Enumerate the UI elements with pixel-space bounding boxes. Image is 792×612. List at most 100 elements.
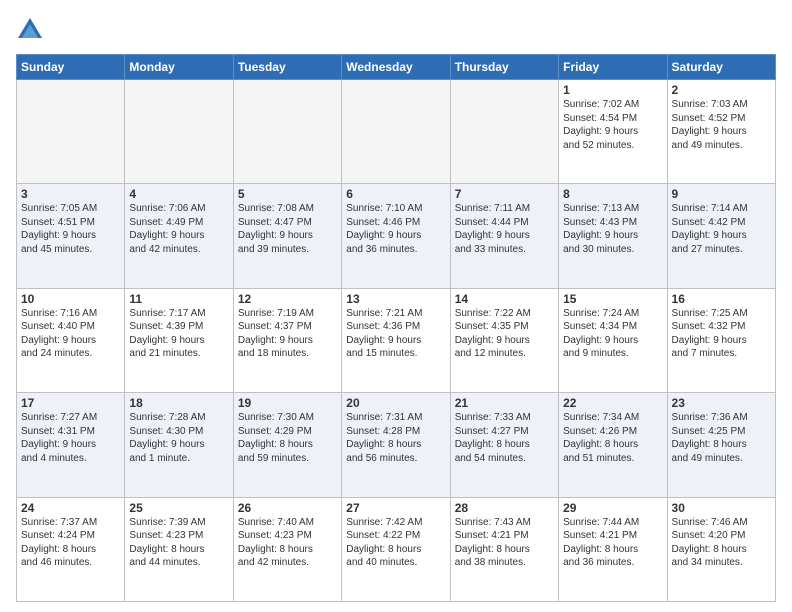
day-number: 16 [672, 292, 771, 306]
day-number: 12 [238, 292, 337, 306]
day-number: 20 [346, 396, 445, 410]
logo [16, 16, 48, 44]
calendar-table: SundayMondayTuesdayWednesdayThursdayFrid… [16, 54, 776, 602]
day-info: Sunrise: 7:33 AM Sunset: 4:27 PM Dayligh… [455, 411, 554, 465]
day-number: 19 [238, 396, 337, 410]
day-info: Sunrise: 7:25 AM Sunset: 4:32 PM Dayligh… [672, 307, 771, 361]
calendar-cell: 5Sunrise: 7:08 AM Sunset: 4:47 PM Daylig… [233, 184, 341, 288]
day-number: 25 [129, 501, 228, 515]
day-number: 29 [563, 501, 662, 515]
calendar-cell [125, 80, 233, 184]
day-info: Sunrise: 7:11 AM Sunset: 4:44 PM Dayligh… [455, 202, 554, 256]
day-info: Sunrise: 7:22 AM Sunset: 4:35 PM Dayligh… [455, 307, 554, 361]
day-number: 11 [129, 292, 228, 306]
day-info: Sunrise: 7:10 AM Sunset: 4:46 PM Dayligh… [346, 202, 445, 256]
day-info: Sunrise: 7:37 AM Sunset: 4:24 PM Dayligh… [21, 516, 120, 570]
day-number: 23 [672, 396, 771, 410]
calendar-cell: 7Sunrise: 7:11 AM Sunset: 4:44 PM Daylig… [450, 184, 558, 288]
day-info: Sunrise: 7:06 AM Sunset: 4:49 PM Dayligh… [129, 202, 228, 256]
calendar-cell [450, 80, 558, 184]
day-number: 1 [563, 83, 662, 97]
day-number: 27 [346, 501, 445, 515]
calendar-cell: 15Sunrise: 7:24 AM Sunset: 4:34 PM Dayli… [559, 288, 667, 392]
weekday-header: Saturday [667, 55, 775, 80]
day-number: 15 [563, 292, 662, 306]
day-info: Sunrise: 7:24 AM Sunset: 4:34 PM Dayligh… [563, 307, 662, 361]
day-number: 9 [672, 187, 771, 201]
day-info: Sunrise: 7:43 AM Sunset: 4:21 PM Dayligh… [455, 516, 554, 570]
day-number: 18 [129, 396, 228, 410]
day-number: 30 [672, 501, 771, 515]
calendar-cell: 18Sunrise: 7:28 AM Sunset: 4:30 PM Dayli… [125, 393, 233, 497]
calendar-cell [233, 80, 341, 184]
day-info: Sunrise: 7:05 AM Sunset: 4:51 PM Dayligh… [21, 202, 120, 256]
calendar-cell: 11Sunrise: 7:17 AM Sunset: 4:39 PM Dayli… [125, 288, 233, 392]
calendar-cell: 25Sunrise: 7:39 AM Sunset: 4:23 PM Dayli… [125, 497, 233, 601]
day-number: 28 [455, 501, 554, 515]
day-number: 5 [238, 187, 337, 201]
logo-icon [16, 16, 44, 44]
calendar-cell: 17Sunrise: 7:27 AM Sunset: 4:31 PM Dayli… [17, 393, 125, 497]
weekday-header: Friday [559, 55, 667, 80]
weekday-header: Wednesday [342, 55, 450, 80]
day-number: 21 [455, 396, 554, 410]
calendar-cell: 29Sunrise: 7:44 AM Sunset: 4:21 PM Dayli… [559, 497, 667, 601]
calendar-cell: 14Sunrise: 7:22 AM Sunset: 4:35 PM Dayli… [450, 288, 558, 392]
day-number: 2 [672, 83, 771, 97]
calendar-cell: 3Sunrise: 7:05 AM Sunset: 4:51 PM Daylig… [17, 184, 125, 288]
day-info: Sunrise: 7:36 AM Sunset: 4:25 PM Dayligh… [672, 411, 771, 465]
day-info: Sunrise: 7:30 AM Sunset: 4:29 PM Dayligh… [238, 411, 337, 465]
calendar-cell: 8Sunrise: 7:13 AM Sunset: 4:43 PM Daylig… [559, 184, 667, 288]
day-number: 17 [21, 396, 120, 410]
calendar-cell: 9Sunrise: 7:14 AM Sunset: 4:42 PM Daylig… [667, 184, 775, 288]
calendar-cell: 19Sunrise: 7:30 AM Sunset: 4:29 PM Dayli… [233, 393, 341, 497]
calendar-cell: 26Sunrise: 7:40 AM Sunset: 4:23 PM Dayli… [233, 497, 341, 601]
day-number: 13 [346, 292, 445, 306]
day-number: 4 [129, 187, 228, 201]
day-number: 7 [455, 187, 554, 201]
day-info: Sunrise: 7:31 AM Sunset: 4:28 PM Dayligh… [346, 411, 445, 465]
day-info: Sunrise: 7:28 AM Sunset: 4:30 PM Dayligh… [129, 411, 228, 465]
day-number: 14 [455, 292, 554, 306]
day-info: Sunrise: 7:46 AM Sunset: 4:20 PM Dayligh… [672, 516, 771, 570]
day-number: 22 [563, 396, 662, 410]
calendar-cell: 20Sunrise: 7:31 AM Sunset: 4:28 PM Dayli… [342, 393, 450, 497]
calendar-cell: 23Sunrise: 7:36 AM Sunset: 4:25 PM Dayli… [667, 393, 775, 497]
day-info: Sunrise: 7:40 AM Sunset: 4:23 PM Dayligh… [238, 516, 337, 570]
day-info: Sunrise: 7:42 AM Sunset: 4:22 PM Dayligh… [346, 516, 445, 570]
calendar-cell: 1Sunrise: 7:02 AM Sunset: 4:54 PM Daylig… [559, 80, 667, 184]
day-number: 24 [21, 501, 120, 515]
calendar-cell: 28Sunrise: 7:43 AM Sunset: 4:21 PM Dayli… [450, 497, 558, 601]
calendar-cell: 10Sunrise: 7:16 AM Sunset: 4:40 PM Dayli… [17, 288, 125, 392]
weekday-header: Monday [125, 55, 233, 80]
day-number: 6 [346, 187, 445, 201]
day-info: Sunrise: 7:14 AM Sunset: 4:42 PM Dayligh… [672, 202, 771, 256]
day-info: Sunrise: 7:21 AM Sunset: 4:36 PM Dayligh… [346, 307, 445, 361]
day-info: Sunrise: 7:02 AM Sunset: 4:54 PM Dayligh… [563, 98, 662, 152]
day-number: 8 [563, 187, 662, 201]
weekday-header: Thursday [450, 55, 558, 80]
calendar-cell [342, 80, 450, 184]
calendar-cell: 2Sunrise: 7:03 AM Sunset: 4:52 PM Daylig… [667, 80, 775, 184]
calendar-cell: 24Sunrise: 7:37 AM Sunset: 4:24 PM Dayli… [17, 497, 125, 601]
day-number: 3 [21, 187, 120, 201]
calendar-cell: 30Sunrise: 7:46 AM Sunset: 4:20 PM Dayli… [667, 497, 775, 601]
calendar-cell: 13Sunrise: 7:21 AM Sunset: 4:36 PM Dayli… [342, 288, 450, 392]
header [16, 16, 776, 44]
day-info: Sunrise: 7:13 AM Sunset: 4:43 PM Dayligh… [563, 202, 662, 256]
weekday-header: Sunday [17, 55, 125, 80]
day-number: 26 [238, 501, 337, 515]
day-info: Sunrise: 7:44 AM Sunset: 4:21 PM Dayligh… [563, 516, 662, 570]
calendar-cell: 12Sunrise: 7:19 AM Sunset: 4:37 PM Dayli… [233, 288, 341, 392]
calendar-cell: 16Sunrise: 7:25 AM Sunset: 4:32 PM Dayli… [667, 288, 775, 392]
day-info: Sunrise: 7:34 AM Sunset: 4:26 PM Dayligh… [563, 411, 662, 465]
day-info: Sunrise: 7:27 AM Sunset: 4:31 PM Dayligh… [21, 411, 120, 465]
day-info: Sunrise: 7:16 AM Sunset: 4:40 PM Dayligh… [21, 307, 120, 361]
calendar-cell: 4Sunrise: 7:06 AM Sunset: 4:49 PM Daylig… [125, 184, 233, 288]
calendar-cell: 27Sunrise: 7:42 AM Sunset: 4:22 PM Dayli… [342, 497, 450, 601]
calendar-cell: 6Sunrise: 7:10 AM Sunset: 4:46 PM Daylig… [342, 184, 450, 288]
page: SundayMondayTuesdayWednesdayThursdayFrid… [0, 0, 792, 612]
calendar-cell: 22Sunrise: 7:34 AM Sunset: 4:26 PM Dayli… [559, 393, 667, 497]
day-info: Sunrise: 7:39 AM Sunset: 4:23 PM Dayligh… [129, 516, 228, 570]
weekday-header: Tuesday [233, 55, 341, 80]
